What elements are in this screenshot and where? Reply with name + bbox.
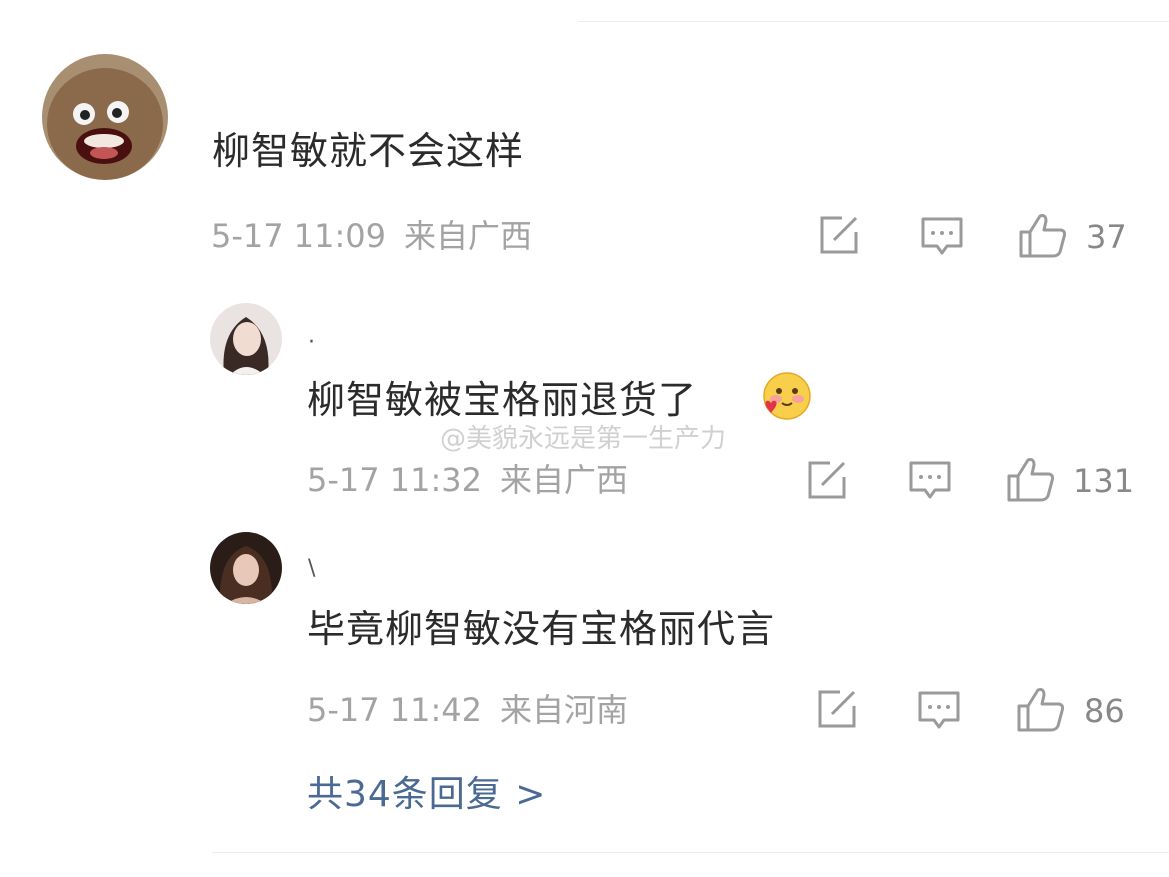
like-button[interactable]: [1018, 212, 1068, 258]
reply-avatar[interactable]: [210, 303, 282, 375]
share-button[interactable]: [806, 459, 850, 501]
like-thumb-icon: [1017, 688, 1065, 732]
more-replies-link[interactable]: 共34条回复 >: [307, 777, 546, 813]
reply-avatar[interactable]: [210, 532, 282, 604]
comment-button[interactable]: [920, 216, 964, 258]
cartoon-face-avatar-icon: [42, 54, 168, 180]
reply-text: 柳智敏被宝格丽退货了: [307, 378, 698, 422]
top-divider: [578, 21, 1169, 22]
comment-text: 柳智敏就不会这样: [212, 129, 525, 173]
share-button[interactable]: [818, 214, 862, 256]
like-button[interactable]: [1006, 456, 1056, 502]
like-count: 86: [1084, 692, 1125, 730]
like-count: 131: [1073, 462, 1135, 500]
reply-meta: 5-17 11:32 来自广西: [307, 464, 628, 496]
share-edit-icon: [820, 216, 858, 254]
comment-icon: [918, 691, 960, 729]
like-button[interactable]: [1016, 686, 1066, 732]
comment-icon: [909, 461, 951, 499]
reply-text: 毕竟柳智敏没有宝格丽代言: [307, 607, 776, 651]
blushing-heart-emoji: [758, 371, 812, 425]
reply-username[interactable]: ·: [308, 332, 315, 354]
reply-meta: 5-17 11:42 来自河南: [307, 694, 628, 726]
comment-icon: [921, 217, 963, 255]
bottom-divider: [212, 852, 1169, 853]
comment-button[interactable]: [908, 460, 952, 502]
share-edit-icon: [818, 690, 856, 728]
reply-location: 来自广西: [500, 461, 629, 499]
like-thumb-icon: [1019, 214, 1067, 258]
share-button[interactable]: [816, 688, 860, 730]
comment-time: 5-17 11:09: [211, 217, 387, 255]
watermark: @美貌永远是第一生产力: [440, 424, 727, 454]
commenter-avatar[interactable]: [42, 54, 168, 180]
comment-meta: 5-17 11:09 来自广西: [211, 220, 532, 252]
reply-time: 5-17 11:42: [307, 691, 483, 729]
reply-location: 来自河南: [500, 691, 629, 729]
share-edit-icon: [808, 461, 846, 499]
comment-button[interactable]: [917, 690, 961, 732]
reply-username[interactable]: \: [308, 558, 315, 580]
reply-time: 5-17 11:32: [307, 461, 483, 499]
user-photo-avatar-icon: [210, 303, 282, 375]
user-photo-avatar-icon: [210, 532, 282, 604]
comment-location: 来自广西: [404, 217, 533, 255]
like-count: 37: [1086, 218, 1127, 256]
like-thumb-icon: [1007, 458, 1055, 502]
